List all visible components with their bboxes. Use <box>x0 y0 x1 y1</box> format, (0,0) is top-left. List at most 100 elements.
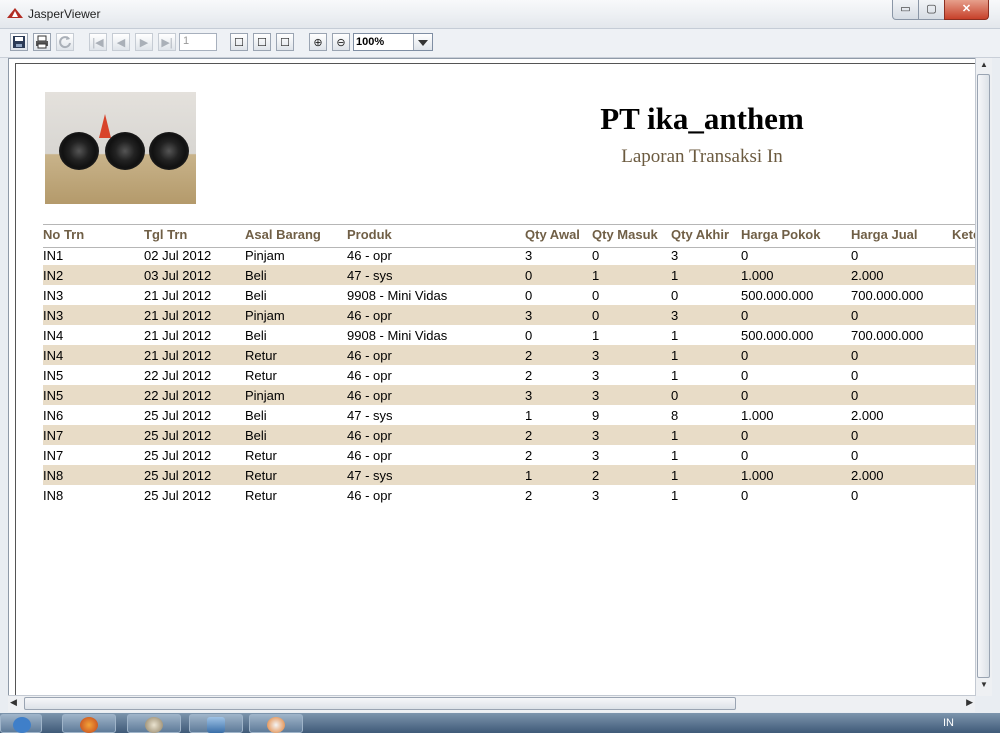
col-qty-awal-cell: 2 <box>525 488 533 503</box>
vertical-scrollbar[interactable]: ▲ ▼ <box>975 58 992 696</box>
taskbar-item[interactable] <box>127 714 181 733</box>
col-harga-pokok-cell: 0 <box>741 428 749 443</box>
col-tgl-trn-cell: 03 Jul 2012 <box>144 268 212 283</box>
col-qty-awal-cell: 1 <box>525 408 533 423</box>
zoom-out-button[interactable]: ⊖ <box>332 33 350 51</box>
report-viewport: PT ika_anthem Laporan Transaksi In No Tr… <box>8 58 992 696</box>
col-produk-cell: 46 - opr <box>347 248 392 263</box>
reload-button[interactable] <box>56 33 74 51</box>
col-no-trn-cell: IN4 <box>43 348 64 363</box>
col-produk-cell: 9908 - Mini Vidas <box>347 328 448 343</box>
col-tgl-trn-cell: 25 Jul 2012 <box>144 408 212 423</box>
col-asal-barang-cell: Pinjam <box>245 308 285 323</box>
col-qty-masuk-cell: 0 <box>592 288 600 303</box>
col-qty-akhir-cell: 0 <box>671 388 679 403</box>
col-no-trn-cell: IN7 <box>43 448 64 463</box>
col-no-trn-cell: IN2 <box>43 268 64 283</box>
col-tgl-trn-cell: 21 Jul 2012 <box>144 348 212 363</box>
horizontal-scrollbar[interactable]: ◀ ▶ <box>8 695 975 712</box>
table-row: IN7 25 Jul 2012 Retur 46 - opr 2 3 1 0 0 <box>43 445 983 465</box>
print-button[interactable] <box>33 33 51 51</box>
scroll-down-icon[interactable]: ▼ <box>976 680 992 694</box>
title-bar[interactable]: JasperViewer ▭ ▢ ✕ <box>0 0 1000 29</box>
vertical-scroll-thumb[interactable] <box>977 74 990 678</box>
col-qty-awal-cell: 2 <box>525 348 533 363</box>
col-harga-jual-cell: 0 <box>851 448 859 463</box>
col-no-trn-cell: IN8 <box>43 488 64 503</box>
camera-lens-shape <box>105 132 145 170</box>
col-asal-barang-cell: Pinjam <box>245 388 285 403</box>
close-button[interactable]: ✕ <box>944 0 989 20</box>
col-qty-awal-cell: 0 <box>525 268 533 283</box>
col-qty-masuk-cell: 3 <box>592 348 600 363</box>
first-page-button[interactable]: |◀ <box>89 33 107 51</box>
zoom-dropdown[interactable]: 100% <box>353 33 433 51</box>
col-produk-cell: 46 - opr <box>347 308 392 323</box>
col-qty-awal-cell: 3 <box>525 388 533 403</box>
table-row: IN4 21 Jul 2012 Retur 46 - opr 2 3 1 0 0 <box>43 345 983 365</box>
maximize-button[interactable]: ▢ <box>918 0 945 20</box>
col-no-trn-cell: IN5 <box>43 368 64 383</box>
fit-page-button[interactable]: ☐ <box>253 33 271 51</box>
save-button[interactable] <box>10 33 28 51</box>
col-qty-awal-header: Qty Awal <box>525 227 580 242</box>
col-qty-awal-cell: 2 <box>525 368 533 383</box>
col-harga-pokok-cell: 0 <box>741 368 749 383</box>
col-harga-jual-cell: 0 <box>851 428 859 443</box>
last-page-button[interactable]: ▶| <box>158 33 176 51</box>
taskbar-item-java[interactable] <box>249 714 303 733</box>
firefox-icon <box>80 717 98 733</box>
language-indicator[interactable]: IN <box>943 717 954 729</box>
reload-icon <box>59 36 71 49</box>
netbeans-icon <box>207 717 225 733</box>
col-qty-awal-cell: 1 <box>525 468 533 483</box>
col-harga-pokok-cell: 500.000.000 <box>741 328 814 343</box>
table-row: IN2 03 Jul 2012 Beli 47 - sys 0 1 1 1.000 2.000 <box>43 265 983 285</box>
horizontal-scroll-thumb[interactable] <box>24 697 736 710</box>
col-no-trn-cell: IN6 <box>43 408 64 423</box>
taskbar-item[interactable] <box>0 714 42 733</box>
col-qty-masuk-cell: 3 <box>592 428 600 443</box>
col-qty-akhir-header: Qty Akhir <box>671 227 730 242</box>
zoom-in-button[interactable]: ⊕ <box>309 33 327 51</box>
col-asal-barang-cell: Retur <box>245 488 277 503</box>
camera-lens-shape <box>59 132 99 170</box>
col-qty-masuk-cell: 3 <box>592 388 600 403</box>
taskbar-item[interactable] <box>189 714 243 733</box>
next-page-button[interactable]: ▶ <box>135 33 153 51</box>
col-asal-barang-cell: Retur <box>245 348 277 363</box>
table-row: IN8 25 Jul 2012 Retur 46 - opr 2 3 1 0 0 <box>43 485 983 505</box>
col-qty-akhir-cell: 1 <box>671 328 679 343</box>
taskbar-item[interactable] <box>62 714 116 733</box>
col-harga-pokok-cell: 0 <box>741 488 749 503</box>
fit-width-button[interactable]: ☐ <box>276 33 294 51</box>
col-produk-cell: 47 - sys <box>347 408 393 423</box>
minimize-button[interactable]: ▭ <box>892 0 919 20</box>
traffic-cone-shape <box>99 114 111 138</box>
col-harga-pokok-cell: 0 <box>741 248 749 263</box>
company-logo-image <box>45 92 196 204</box>
scroll-left-icon[interactable]: ◀ <box>10 697 17 708</box>
col-qty-akhir-cell: 1 <box>671 348 679 363</box>
table-row: IN3 21 Jul 2012 Beli 9908 - Mini Vidas 0 0 0 50… <box>43 285 983 305</box>
col-no-trn-cell: IN3 <box>43 288 64 303</box>
chevron-down-icon[interactable] <box>413 34 432 50</box>
col-qty-awal-cell: 3 <box>525 308 533 323</box>
col-harga-jual-cell: 0 <box>851 388 859 403</box>
col-produk-cell: 46 - opr <box>347 348 392 363</box>
previous-page-button[interactable]: ◀ <box>112 33 130 51</box>
col-qty-akhir-cell: 1 <box>671 368 679 383</box>
col-qty-masuk-cell: 3 <box>592 488 600 503</box>
actual-size-button[interactable]: ☐ <box>230 33 248 51</box>
col-tgl-trn-cell: 21 Jul 2012 <box>144 288 212 303</box>
page-number-field[interactable]: 1 <box>179 33 217 51</box>
col-qty-masuk-cell: 3 <box>592 368 600 383</box>
col-produk-cell: 47 - sys <box>347 268 393 283</box>
col-asal-barang-cell: Retur <box>245 468 277 483</box>
save-icon <box>13 36 25 48</box>
scroll-up-icon[interactable]: ▲ <box>976 60 992 74</box>
col-harga-pokok-cell: 0 <box>741 348 749 363</box>
scroll-right-icon[interactable]: ▶ <box>966 697 973 708</box>
col-harga-jual-cell: 700.000.000 <box>851 288 924 303</box>
window-title: JasperViewer <box>28 7 101 21</box>
